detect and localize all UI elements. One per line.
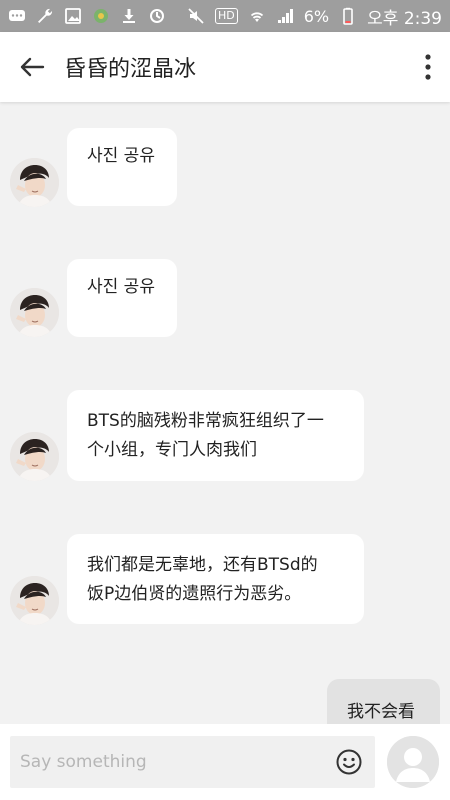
app-notification-icon <box>92 7 110 25</box>
back-button[interactable] <box>0 32 64 102</box>
my-avatar-button[interactable] <box>387 736 439 788</box>
app-bar: 昏昏的涩晶冰 <box>0 32 450 102</box>
status-bar-left-icons <box>8 7 166 25</box>
contact-avatar[interactable] <box>10 432 59 481</box>
sync-icon <box>148 7 166 25</box>
message-bubble[interactable]: BTS的脑残粉非常疯狂组织了一 个小组，专门人肉我们 <box>67 390 364 481</box>
message-text-line: 饭P边伯贤的遗照行为恶劣。 <box>87 584 302 604</box>
battery-percent: 6% <box>303 6 330 26</box>
chat-notification-icon <box>8 7 26 25</box>
smiley-icon <box>336 749 362 775</box>
my-message-bubble[interactable]: 我不会看 <box>327 679 440 724</box>
message-text-line: 我们都是无辜地，还有BTSd的 <box>87 555 318 575</box>
wifi-icon <box>248 7 266 25</box>
message-bubble[interactable]: 사진 공유 <box>67 259 177 337</box>
more-vertical-icon <box>425 54 431 80</box>
message-text: 사진 공유 <box>87 277 155 297</box>
person-avatar-icon <box>10 576 59 625</box>
emoji-button[interactable] <box>335 748 363 776</box>
contact-avatar[interactable] <box>10 576 59 625</box>
wrench-icon <box>36 7 54 25</box>
status-bar: HD 6% 오후 2:39 <box>0 0 450 32</box>
more-options-button[interactable] <box>406 32 450 102</box>
hd-badge: HD <box>215 8 238 24</box>
message-text-line: 个小组，专门人肉我们 <box>87 440 257 460</box>
mute-icon <box>187 7 205 25</box>
battery-icon <box>339 7 357 25</box>
contact-avatar[interactable] <box>10 288 59 337</box>
message-text: 我不会看 <box>347 702 415 722</box>
contact-avatar[interactable] <box>10 158 59 207</box>
signal-icon <box>276 7 294 25</box>
composer-bar <box>0 724 450 800</box>
download-icon <box>120 7 138 25</box>
message-text: 사진 공유 <box>87 146 155 166</box>
message-bubble[interactable]: 我们都是无辜地，还有BTSd的 饭P边伯贤的遗照行为恶劣。 <box>67 534 364 624</box>
default-user-icon <box>387 736 439 788</box>
message-text-line: BTS的脑残粉非常疯狂组织了一 <box>87 411 324 431</box>
message-input[interactable] <box>10 736 375 788</box>
arrow-left-icon <box>20 57 45 77</box>
message-bubble[interactable]: 사진 공유 <box>67 128 177 206</box>
status-bar-right-icons: HD 6% 오후 2:39 <box>187 4 442 29</box>
person-avatar-icon <box>10 432 59 481</box>
message-list[interactable]: 사진 공유 사진 공유 BTS的脑残粉非常疯狂组织了一 个小组，专门人肉我们 我… <box>0 102 450 724</box>
conversation-title: 昏昏的涩晶冰 <box>64 57 197 82</box>
clock: 오후 2:39 <box>367 8 442 29</box>
image-icon <box>64 7 82 25</box>
person-avatar-icon <box>10 288 59 337</box>
person-avatar-icon <box>10 158 59 207</box>
